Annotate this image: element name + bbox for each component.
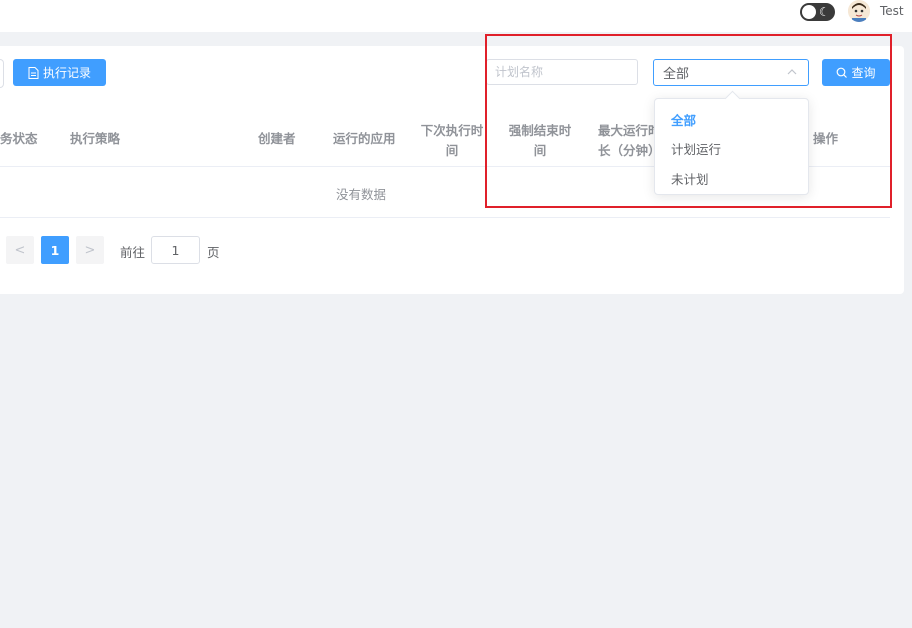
next-page-button[interactable]: > [76,236,104,264]
query-label: 查询 [851,66,876,80]
chevron-up-icon [787,69,797,75]
dropdown-option-scheduled[interactable]: 计划运行 [671,139,721,158]
status-select[interactable]: 全部 [653,59,809,86]
chevron-right-icon: > [84,242,96,258]
column-force-end-time: 强制结束时 间 [506,121,574,161]
column-force-end-line2: 间 [533,143,547,158]
search-icon [837,67,848,78]
column-next-run-line1: 下次执行时 [420,123,484,138]
avatar[interactable] [848,0,870,22]
column-max-run-line1: 最大运行时 [598,123,661,138]
execution-records-button[interactable]: 执行记录 [13,59,106,86]
column-actions: 操作 [813,131,839,146]
page-number-current[interactable]: 1 [41,236,69,264]
empty-text: 没有数据 [336,187,387,202]
goto-page-input[interactable] [151,236,200,264]
document-icon [28,66,39,79]
column-next-run-line2: 间 [445,143,459,158]
column-running-app: 运行的应用 [333,131,396,146]
column-next-run-time: 下次执行时 间 [418,121,486,161]
execution-records-label: 执行记录 [42,66,91,80]
chevron-left-icon: < [14,242,26,258]
column-execution-strategy: 执行策略 [70,131,121,146]
theme-toggle[interactable]: ☾ [800,3,835,21]
dropdown-option-unscheduled[interactable]: 未计划 [671,169,709,188]
top-bar: ☾ Test [0,0,912,32]
status-dropdown: 全部 计划运行 未计划 [654,90,809,195]
toggle-knob [802,5,816,19]
dropdown-option-all[interactable]: 全部 [671,110,696,129]
column-creator: 创建者 [258,131,296,146]
column-max-run-duration: 最大运行时 长（分钟） [598,121,661,161]
goto-label: 前往 [120,245,146,260]
moon-icon: ☾ [819,5,830,19]
query-button[interactable]: 查询 [822,59,890,86]
add-button-edge[interactable] [0,59,4,88]
username[interactable]: Test [880,4,904,18]
plan-name-input[interactable] [486,59,638,85]
column-max-run-line2: 长（分钟） [598,143,661,158]
prev-page-button[interactable]: < [6,236,34,264]
column-force-end-line1: 强制结束时 [508,123,572,138]
column-task-status: 务状态 [0,131,38,146]
page-suffix-label: 页 [207,245,220,260]
status-select-value: 全部 [663,67,690,82]
